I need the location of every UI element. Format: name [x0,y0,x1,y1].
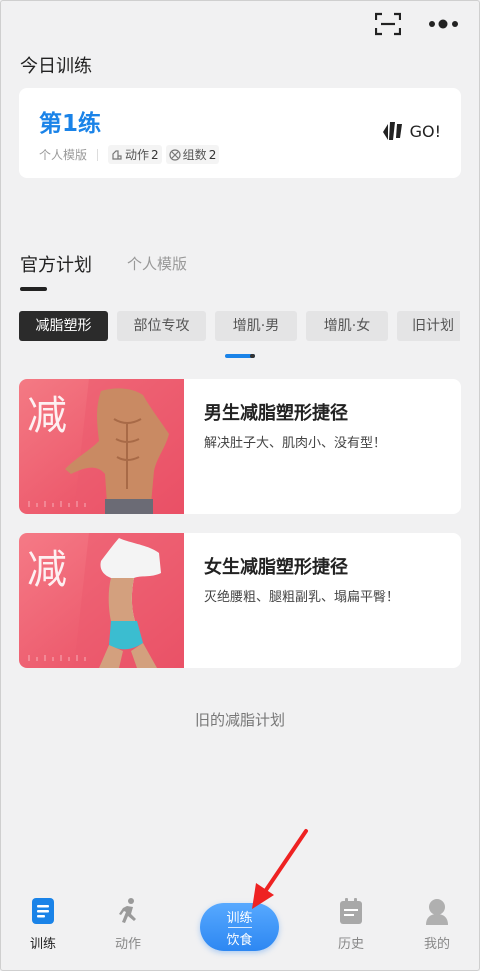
plan-image-female: 减 [19,533,184,668]
groups-count-chip: 组数 2 [165,145,220,164]
nav-mine-label: 我的 [423,937,450,952]
calendar-icon [340,898,362,924]
chip-body-part[interactable]: 部位专攻 [117,311,206,341]
chip-muscle-female[interactable]: 增肌·女 [306,311,388,341]
top-bar [0,0,480,48]
more-icon[interactable] [428,13,460,35]
active-tab-indicator [20,287,47,291]
running-icon [119,898,136,923]
nav-history-label: 历史 [337,937,364,952]
actions-count: 2 [151,147,159,162]
plan-card-female[interactable]: 减 女生减脂塑形捷径 灭绝腰粗、腿粗副乳、塌扁平臀！ [19,533,461,668]
training-doc-icon [32,898,54,924]
chip-old-plans[interactable]: 旧计划 [397,311,460,341]
tab-official-plans[interactable]: 官方计划 [20,251,92,277]
nav-train[interactable]: 训练 [13,897,73,952]
today-training-card[interactable]: 第1练 个人模版 动作 2 组数 2 GO! [19,88,461,178]
plan-badge-male: 减 [27,393,67,439]
groups-count: 2 [208,147,217,162]
go-logo-icon [382,122,402,140]
center-btn-bottom-label: 饮食 [226,933,253,948]
red-arrow-annotation [252,829,308,909]
scan-icon[interactable] [375,12,401,36]
sets-icon [169,148,181,161]
chip-muscle-male[interactable]: 增肌·男 [215,311,297,341]
center-btn-divider [228,927,252,928]
meta-divider [97,148,99,161]
plan-title-female: 女生减脂塑形捷径 [204,557,348,578]
go-button[interactable]: GO! [380,120,441,142]
plan-desc-male: 解决肚子大、肌肉小、没有型！ [204,436,387,451]
today-section-title: 今日训练 [20,56,92,77]
training-day-title: 第1练 [39,111,102,137]
chips-scroll-indicator [225,354,255,358]
chip-fat-loss[interactable]: 减脂塑形 [19,311,108,341]
groups-label: 组数 [182,148,207,162]
nav-actions-label: 动作 [114,937,141,952]
plan-badge-female: 减 [27,547,67,593]
go-label: GO! [409,121,441,141]
template-label: 个人模版 [39,148,88,162]
nav-mine[interactable]: 我的 [407,897,467,952]
profile-icon [426,899,448,925]
actions-count-chip: 动作 2 [108,145,162,164]
training-meta: 个人模版 动作 2 组数 2 [39,145,223,164]
plan-title-male: 男生减脂塑形捷径 [204,403,348,424]
tab-personal-templates[interactable]: 个人模版 [127,253,187,274]
nav-history[interactable]: 历史 [321,897,381,952]
plan-card-male[interactable]: 减 男生减脂塑形捷径 解决肚子大、肌肉小、没有型！ [19,379,461,514]
nav-train-label: 训练 [29,937,56,952]
old-fat-loss-plans-link[interactable]: 旧的减脂计划 [0,709,480,730]
category-chips: 减脂塑形 部位专攻 增肌·男 增肌·女 旧计划 [19,311,460,341]
actions-label: 动作 [125,148,150,162]
nav-actions[interactable]: 动作 [98,897,158,952]
dumbbell-small-icon [112,149,122,160]
plan-image-male: 减 [19,379,184,514]
plan-desc-female: 灭绝腰粗、腿粗副乳、塌扁平臀！ [204,590,400,605]
